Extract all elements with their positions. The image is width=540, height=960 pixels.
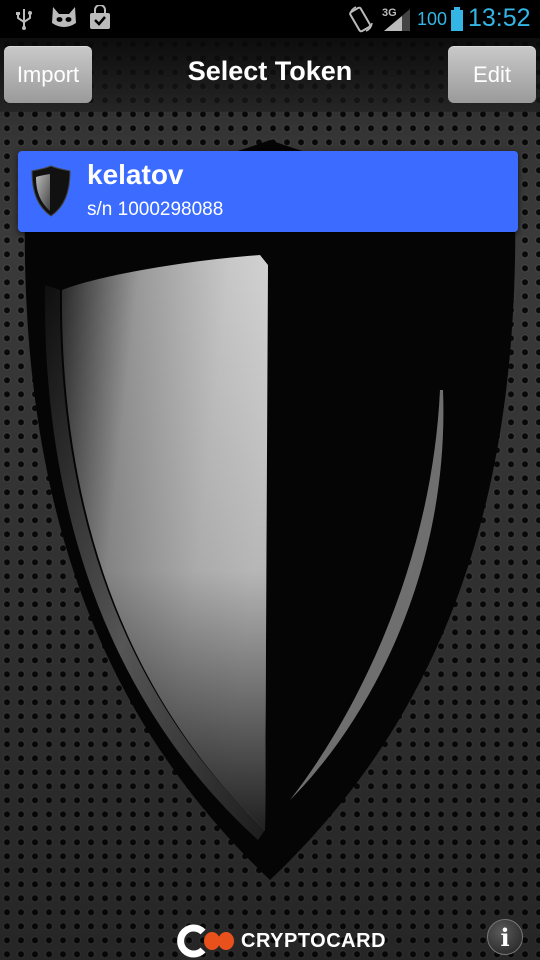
clock: 13:52 <box>468 4 531 32</box>
token-serial: s/n 1000298088 <box>87 199 224 220</box>
signal-icon: 3G <box>382 7 410 31</box>
brand-name: CRYPTOCARD <box>241 930 387 952</box>
token-list-item[interactable]: kelatov s/n 1000298088 <box>18 151 518 232</box>
token-name: kelatov <box>87 159 184 190</box>
screen-rotation-icon <box>349 6 373 33</box>
cryptocard-logo-icon <box>177 924 234 958</box>
shopping-bag-icon <box>90 5 110 29</box>
info-icon: i <box>500 922 510 952</box>
battery-icon <box>451 7 463 31</box>
svg-text:3G: 3G <box>382 7 397 19</box>
usb-icon <box>16 9 32 30</box>
shield-icon <box>31 165 71 217</box>
battery-percent: 100 <box>417 9 448 29</box>
cyanogen-cat-icon <box>52 7 76 27</box>
shield-background-icon <box>24 140 516 880</box>
edit-button[interactable]: Edit <box>448 46 536 103</box>
info-button[interactable]: i <box>487 919 523 955</box>
action-bar: Import Select Token Edit <box>0 38 540 112</box>
status-bar: 3G 100 13:52 <box>0 0 540 38</box>
